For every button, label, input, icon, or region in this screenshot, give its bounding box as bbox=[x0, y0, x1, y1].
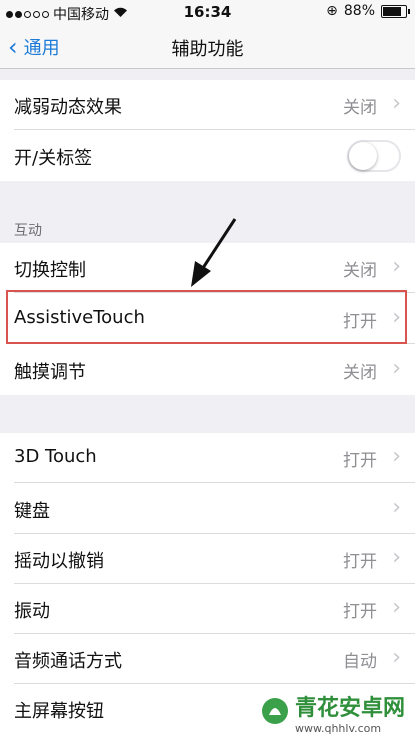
battery-percent: 88% bbox=[343, 3, 375, 19]
chevron-right-icon: › bbox=[392, 595, 401, 620]
row-label: 键盘 bbox=[14, 501, 50, 522]
rotation-lock-icon: ⊕ bbox=[326, 3, 338, 19]
row-shake-to-undo[interactable]: 摇动以撤销 打开 › bbox=[0, 534, 415, 584]
chevron-right-icon: › bbox=[392, 545, 401, 570]
watermark-text: 青花安卓网 bbox=[294, 696, 405, 721]
chevron-right-icon: › bbox=[392, 356, 401, 381]
row-label: 开/关标签 bbox=[14, 148, 93, 169]
row-on-off-labels: 开/关标签 bbox=[0, 131, 415, 181]
row-touch-accommodations[interactable]: 触摸调节 关闭 › bbox=[0, 345, 415, 395]
row-call-audio-routing[interactable]: 音频通话方式 自动 › bbox=[0, 634, 415, 684]
status-bar: 中国移动 16:34 ⊕ 88% bbox=[0, 0, 415, 26]
row-vibration[interactable]: 振动 打开 › bbox=[0, 584, 415, 634]
highlight-box bbox=[6, 290, 407, 344]
row-label: 切换控制 bbox=[14, 260, 86, 281]
row-label: 3D Touch bbox=[14, 446, 97, 467]
row-value: 打开 bbox=[343, 602, 377, 622]
chevron-right-icon: › bbox=[392, 495, 401, 520]
row-label: 摇动以撤销 bbox=[14, 551, 104, 572]
row-value: 关闭 bbox=[343, 261, 377, 281]
row-value: 自动 bbox=[343, 652, 377, 672]
row-3d-touch[interactable]: 3D Touch 打开 › bbox=[0, 433, 415, 483]
navigation-bar: ‹ 通用 辅助功能 bbox=[0, 26, 415, 69]
settings-group-motion: 减弱动态效果 关闭 › 开/关标签 bbox=[0, 80, 415, 181]
on-off-labels-toggle[interactable] bbox=[347, 140, 401, 172]
chevron-right-icon: › bbox=[392, 645, 401, 670]
chevron-right-icon: › bbox=[392, 254, 401, 279]
row-label: 主屏幕按钮 bbox=[14, 701, 104, 722]
row-label: 触摸调节 bbox=[14, 362, 86, 383]
divider bbox=[14, 482, 415, 483]
watermark-url: www.qhhlv.com bbox=[294, 722, 382, 735]
row-value: 打开 bbox=[343, 552, 377, 572]
divider bbox=[14, 129, 415, 130]
page-title: 辅助功能 bbox=[171, 39, 244, 60]
chevron-right-icon: › bbox=[392, 444, 401, 469]
row-reduce-motion[interactable]: 减弱动态效果 关闭 › bbox=[0, 80, 415, 130]
watermark-logo-icon bbox=[261, 697, 289, 729]
watermark: 青花安卓网 www.qhhlv.com bbox=[256, 688, 409, 737]
chevron-right-icon: › bbox=[392, 91, 401, 116]
row-label: 减弱动态效果 bbox=[14, 97, 122, 118]
row-value: 打开 bbox=[343, 451, 377, 471]
arrow-annotation-icon bbox=[185, 215, 240, 294]
row-label: 音频通话方式 bbox=[14, 651, 122, 672]
battery-icon bbox=[381, 4, 410, 18]
row-value: 关闭 bbox=[343, 98, 377, 118]
row-value: 关闭 bbox=[343, 363, 377, 383]
row-label: 振动 bbox=[14, 601, 50, 622]
toggle-knob bbox=[349, 142, 377, 170]
row-keyboard[interactable]: 键盘 › bbox=[0, 484, 415, 534]
section-header-interaction: 互动 bbox=[14, 223, 42, 239]
status-right: ⊕ 88% bbox=[326, 3, 410, 19]
